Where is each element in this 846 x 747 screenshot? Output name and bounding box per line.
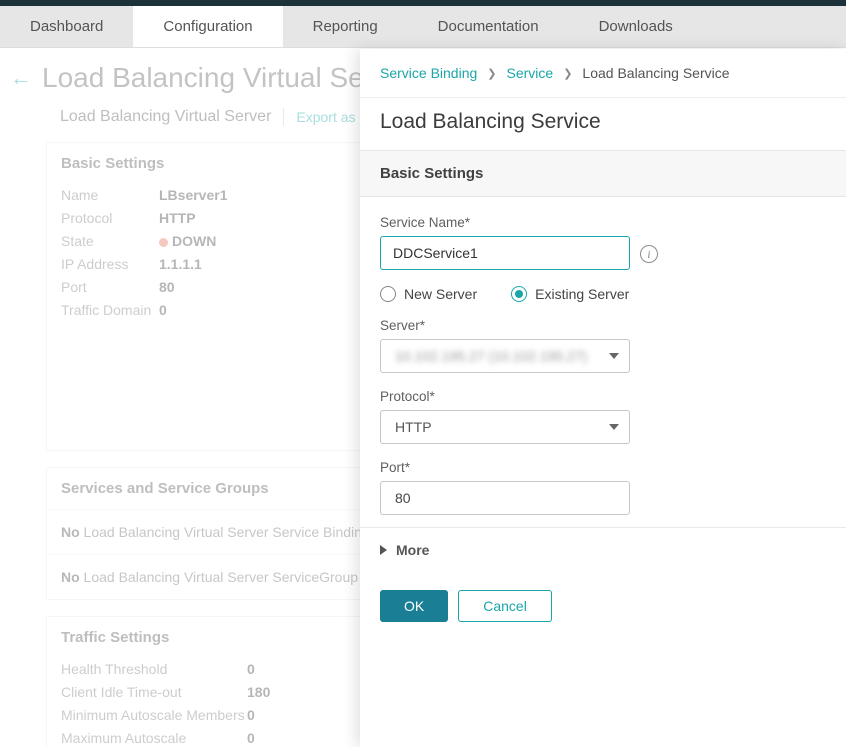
tab-configuration[interactable]: Configuration — [133, 6, 282, 47]
more-expander[interactable]: More — [360, 527, 846, 572]
tab-dashboard[interactable]: Dashboard — [0, 6, 133, 47]
value-ip: 1.1.1.1 — [159, 253, 202, 276]
label-ip: IP Address — [61, 253, 159, 276]
breadcrumb: Service Binding ❯ Service ❯ Load Balanci… — [360, 49, 846, 98]
value-traffic-domain: 0 — [159, 299, 167, 322]
label-name: Name — [61, 184, 159, 207]
tab-reporting[interactable]: Reporting — [283, 6, 408, 47]
label-health-threshold: Health Threshold — [61, 658, 247, 681]
label-port: Port — [61, 276, 159, 299]
service-name-input[interactable] — [380, 236, 630, 270]
value-protocol: HTTP — [159, 207, 196, 230]
tab-documentation[interactable]: Documentation — [408, 6, 569, 47]
server-select-value: 10.102.195.27 (10.102.195.27) — [395, 348, 587, 364]
ok-button[interactable]: OK — [380, 590, 448, 622]
radio-new-server-label: New Server — [404, 286, 477, 302]
radio-new-server[interactable]: New Server — [380, 286, 477, 302]
label-protocol: Protocol — [61, 207, 159, 230]
chevron-down-icon — [609, 353, 619, 359]
value-state: DOWN — [159, 230, 216, 253]
page-subtitle: Load Balancing Virtual Server — [60, 108, 271, 126]
port-input[interactable]: 80 — [380, 481, 630, 515]
page-title: Load Balancing Virtual Server — [42, 62, 412, 94]
radio-existing-server[interactable]: Existing Server — [511, 286, 629, 302]
divider — [283, 108, 284, 126]
cancel-button[interactable]: Cancel — [458, 590, 552, 622]
server-select[interactable]: 10.102.195.27 (10.102.195.27) — [380, 339, 630, 373]
value-port: 80 — [159, 276, 175, 299]
value-name: LBserver1 — [159, 184, 228, 207]
value-max-autoscale: 0 — [247, 727, 255, 747]
status-down-icon — [159, 238, 168, 247]
protocol-label: Protocol* — [380, 389, 826, 404]
value-min-autoscale: 0 — [247, 704, 255, 727]
port-value: 80 — [395, 490, 411, 506]
panel-title: Load Balancing Service — [360, 98, 846, 151]
server-label: Server* — [380, 318, 826, 333]
info-icon[interactable]: i — [640, 245, 658, 263]
label-state: State — [61, 230, 159, 253]
tab-downloads[interactable]: Downloads — [569, 6, 703, 47]
chevron-down-icon — [609, 424, 619, 430]
value-health-threshold: 0 — [247, 658, 255, 681]
crumb-service[interactable]: Service — [507, 65, 554, 81]
service-name-label: Service Name* — [380, 215, 826, 230]
label-min-autoscale: Minimum Autoscale Members — [61, 704, 247, 727]
main-tabs: Dashboard Configuration Reporting Docume… — [0, 6, 846, 48]
port-label: Port* — [380, 460, 826, 475]
side-panel: Service Binding ❯ Service ❯ Load Balanci… — [360, 49, 846, 747]
radio-checked-icon — [511, 286, 527, 302]
more-label: More — [396, 542, 429, 558]
label-max-autoscale: Maximum Autoscale Members — [61, 727, 247, 747]
chevron-right-icon: ❯ — [487, 67, 496, 80]
label-client-idle: Client Idle Time-out — [61, 681, 247, 704]
protocol-select-value: HTTP — [395, 419, 432, 435]
radio-unchecked-icon — [380, 286, 396, 302]
chevron-right-icon: ❯ — [563, 67, 572, 80]
label-traffic-domain: Traffic Domain — [61, 299, 159, 322]
triangle-right-icon — [380, 545, 387, 555]
crumb-current: Load Balancing Service — [582, 65, 729, 81]
back-arrow-icon[interactable]: ← — [10, 65, 32, 91]
protocol-select[interactable]: HTTP — [380, 410, 630, 444]
crumb-service-binding[interactable]: Service Binding — [380, 65, 477, 81]
panel-basic-settings-header: Basic Settings — [360, 151, 846, 197]
value-client-idle: 180 — [247, 681, 270, 704]
radio-existing-server-label: Existing Server — [535, 286, 629, 302]
